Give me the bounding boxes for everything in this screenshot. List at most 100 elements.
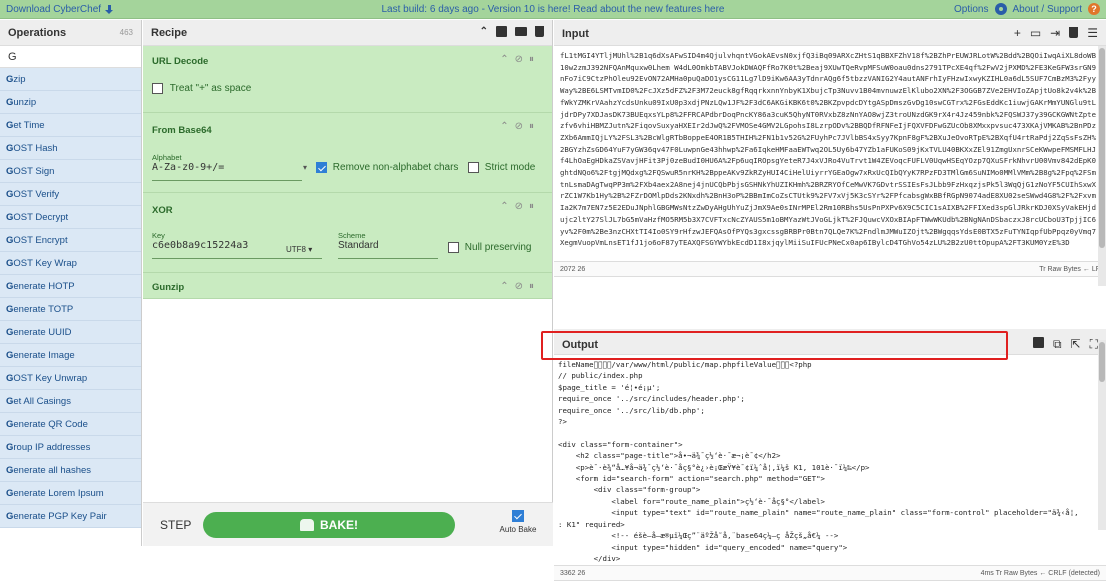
recipe-title: Recipe (151, 26, 188, 39)
save-output-icon[interactable] (1032, 337, 1044, 348)
input-encoding-info[interactable]: Tr Raw Bytes ← LF (1039, 266, 1100, 273)
replace-input-icon[interactable]: ⇱ (1071, 337, 1081, 352)
operation-item[interactable]: Generate HOTP (0, 275, 141, 298)
add-tab-icon[interactable]: + (1014, 26, 1021, 40)
xor-scheme-label: Scheme (338, 231, 366, 240)
output-encoding-info[interactable]: 4ms Tr Raw Bytes ← CRLF (detected) (981, 570, 1100, 577)
null-preserving-option[interactable]: Null preserving (448, 242, 531, 253)
open-file-icon[interactable]: ⇥ (1050, 26, 1060, 40)
op-controls[interactable]: ⌃⊘⏸ (500, 281, 540, 292)
operation-item[interactable]: Generate UUID (0, 321, 141, 344)
operation-item[interactable]: Generate PGP Key Pair (0, 505, 141, 528)
bake-label: BAKE! (320, 518, 358, 532)
layout-icon[interactable]: ☰ (1087, 26, 1098, 40)
operation-item-label: enerate UUID (13, 327, 72, 338)
treat-plus-label: Treat "+" as space (169, 83, 252, 95)
input-scrollbar[interactable] (1098, 46, 1106, 286)
copy-output-icon[interactable]: ⧉ (1053, 337, 1062, 352)
output-line: <h2 class="page-title">å•¬ä¾¯ç½‘è·¯æ¬¡è¯… (558, 451, 781, 461)
maximise-icon[interactable]: ⛶ (1090, 337, 1098, 352)
input-stats: 2072 26 (560, 266, 586, 273)
operation-item[interactable]: Generate TOTP (0, 298, 141, 321)
op-from-base64[interactable]: From Base64 ⌃⊘⏸ Alphabet A-Za-z0-9+/= ▾ … (143, 113, 552, 193)
op-controls[interactable]: ⌃⊘⏸ (500, 121, 540, 132)
remove-nonalpha-label: Remove non-alphabet chars (332, 162, 459, 174)
output-textarea[interactable]: fileName   /var/www/html/public/map.php… (554, 355, 1106, 565)
about-link[interactable]: About / Support (1013, 4, 1083, 15)
output-stats: 3362 26 (560, 570, 586, 577)
trash-icon[interactable] (535, 26, 544, 37)
op-gunzip[interactable]: Gunzip ⌃⊘⏸ (143, 273, 552, 299)
auto-bake-toggle[interactable]: Auto Bake (496, 510, 540, 534)
op-url-decode[interactable]: URL Decode ⌃⊘⏸ Treat "+" as space (143, 46, 552, 113)
operation-item-label: et All Casings (13, 396, 71, 407)
operation-item[interactable]: Generate Image (0, 344, 141, 367)
output-line: // public/index.php (558, 371, 643, 381)
dropdown-icon[interactable]: ▾ (303, 163, 307, 172)
operation-item[interactable]: GOST Key Wrap (0, 252, 141, 275)
strict-mode-checkbox[interactable] (468, 162, 479, 173)
remove-nonalpha-checkbox[interactable] (316, 162, 327, 173)
key-encoding-select[interactable]: UTF8 ▾ (286, 245, 312, 254)
output-line: <input type="text" id="route_name_plain"… (558, 508, 1079, 518)
download-link[interactable]: Download CyberChef (6, 4, 114, 15)
save-icon[interactable] (496, 26, 507, 37)
op-from-base64-title: From Base64 (152, 125, 212, 136)
operation-item[interactable]: GOST Verify (0, 183, 141, 206)
treat-plus-option[interactable]: Treat "+" as space (152, 83, 251, 94)
null-preserving-label: Null preserving (464, 242, 532, 254)
operation-item[interactable]: GOST Decrypt (0, 206, 141, 229)
operations-search-input[interactable]: G (0, 46, 141, 68)
options-link[interactable]: Options (954, 4, 988, 15)
operation-item[interactable]: Gzip (0, 68, 141, 91)
operation-item[interactable]: GOST Sign (0, 160, 141, 183)
output-scrollbar[interactable] (1098, 340, 1106, 530)
bake-bar: STEP BAKE! Auto Bake (143, 502, 553, 546)
xor-scheme-value[interactable]: Standard (338, 240, 438, 251)
treat-plus-checkbox[interactable] (152, 83, 163, 94)
alphabet-value[interactable]: A-Za-z0-9+/= (152, 162, 302, 173)
folder-icon[interactable] (515, 27, 527, 36)
xor-key-label: Key (152, 231, 165, 240)
operation-item[interactable]: Get All Casings (0, 390, 141, 413)
help-icon[interactable]: ? (1088, 3, 1100, 15)
null-preserving-checkbox[interactable] (448, 242, 459, 253)
operation-item[interactable]: Gunzip (0, 91, 141, 114)
output-line: : K1" required> (558, 519, 625, 529)
gear-icon[interactable] (994, 3, 1007, 15)
open-folder-icon[interactable]: ▭ (1030, 26, 1041, 40)
operation-item[interactable]: GOST Key Unwrap (0, 367, 141, 390)
step-button[interactable]: STEP (160, 518, 191, 532)
operation-item[interactable]: GOST Hash (0, 137, 141, 160)
auto-bake-checkbox[interactable] (512, 510, 524, 522)
op-controls[interactable]: ⌃⊘⏸ (500, 54, 540, 65)
highlight-box (541, 331, 1008, 360)
io-divider-space (554, 277, 1106, 329)
key-encoding-value[interactable]: UTF8 (286, 245, 306, 254)
remove-nonalpha-option[interactable]: Remove non-alphabet chars (316, 162, 458, 173)
clear-input-icon[interactable] (1069, 27, 1079, 38)
bake-button[interactable]: BAKE! (203, 512, 455, 538)
download-icon[interactable] (105, 4, 114, 15)
download-label[interactable]: Download CyberChef (6, 4, 101, 15)
operation-item[interactable]: Get Time (0, 114, 141, 137)
operations-panel: Operations 463 G Gzip Gunzip Get Time GOST … (0, 20, 142, 546)
xor-scheme-field[interactable]: Scheme Standard (338, 231, 438, 259)
input-textarea[interactable]: fL1tMGI4YTljMUhl%2B1q6dXsAFwSID4m4Qjulvh… (554, 46, 1106, 261)
op-controls[interactable]: ⌃⊘⏸ (500, 201, 540, 212)
operation-item-label: OST Hash (13, 143, 58, 154)
operation-item[interactable]: Group IP addresses (0, 436, 141, 459)
io-panel: Input + ▭ ⇥ ☰ fL1tMGI4YTljMUhl%2B1q6dXsA… (554, 20, 1106, 581)
operation-item[interactable]: GOST Encrypt (0, 229, 141, 252)
operation-item-label: enerate TOTP (13, 304, 74, 315)
strict-mode-option[interactable]: Strict mode (468, 162, 535, 173)
alphabet-field[interactable]: Alphabet A-Za-z0-9+/= (152, 153, 302, 181)
output-line: fileName   /var/www/html/public/map.php… (558, 360, 812, 369)
op-xor[interactable]: XOR ⌃⊘⏸ Key c6e0b8a9c15224a3 UTF8 ▾ Sche… (143, 193, 552, 273)
operation-item[interactable]: Generate all hashes (0, 459, 141, 482)
operation-item[interactable]: Generate QR Code (0, 413, 141, 436)
chevron-up-icon[interactable]: ⌃ (480, 26, 488, 37)
operation-item[interactable]: Generate Lorem Ipsum (0, 482, 141, 505)
operation-item-label: OST Sign (13, 166, 55, 177)
build-notice[interactable]: Last build: 6 days ago - Version 10 is h… (382, 4, 725, 15)
